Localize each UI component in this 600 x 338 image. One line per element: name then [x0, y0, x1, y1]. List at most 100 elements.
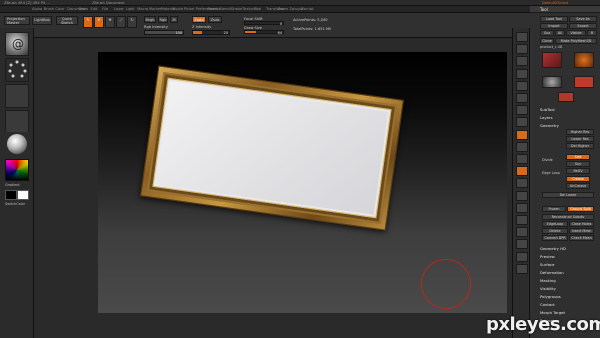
export-button[interactable]: Export [569, 23, 597, 29]
rgb-intensity-slider[interactable]: 100 [144, 30, 184, 35]
check-mesh-button[interactable]: Check Mesh [569, 235, 594, 241]
projection-master-button[interactable]: Projection Master [4, 16, 30, 25]
reconstruct-subdiv-button[interactable]: Reconstruct Subdiv [542, 214, 594, 220]
load-tool-button[interactable]: Load Tool [540, 16, 568, 22]
close-holes-button[interactable]: Close Holes [569, 221, 594, 227]
make-polymesh3d-button[interactable]: Make PolyMesh3D [555, 38, 597, 44]
frozen-button[interactable]: Frozen [542, 206, 566, 212]
goz-button[interactable]: Goz [540, 30, 554, 36]
layers-section[interactable]: Layers [540, 115, 553, 120]
shelf-ghost-button[interactable] [516, 239, 528, 250]
tool-thumb-polymesh[interactable] [574, 76, 594, 88]
preview-section[interactable]: Preview [540, 254, 555, 259]
menu-item-alpha[interactable]: Alpha [32, 7, 42, 11]
higher-res-button[interactable]: Higher Res [566, 129, 594, 135]
menu-item-color[interactable]: Color [55, 7, 64, 11]
suv-button[interactable]: Suv [566, 161, 590, 167]
geometry-section[interactable]: Geometry [540, 123, 559, 128]
convert-bpr-button[interactable]: Convert BPR [542, 235, 568, 241]
color-picker[interactable] [5, 159, 29, 181]
divide-label[interactable]: Divide [542, 158, 553, 162]
zadd-button[interactable]: Zadd [192, 16, 206, 23]
mrgb-button[interactable]: Mrgb [144, 16, 156, 23]
shelf-polyf-button[interactable] [516, 215, 528, 225]
edit-button[interactable]: ✎ [83, 16, 93, 28]
brush-thumbnail[interactable]: @ [5, 32, 29, 56]
tool-thumb-product[interactable] [542, 52, 562, 68]
shelf-xpose-button[interactable] [516, 263, 528, 274]
polygroups-section[interactable]: Polygroups [540, 294, 561, 299]
subtool-section[interactable]: SubTool [540, 107, 555, 112]
switch-color-label[interactable]: SwitchColor [5, 202, 25, 206]
tool-thumb-product-2[interactable] [558, 92, 574, 102]
shelf-scale-button[interactable] [516, 190, 528, 201]
draw-size-slider[interactable]: 64 [244, 30, 284, 35]
menu-item-edit[interactable]: Edit [91, 7, 98, 11]
shelf-frame-button[interactable] [516, 166, 528, 177]
shelf-solo-button[interactable] [516, 251, 528, 262]
tool-palette-header[interactable]: Tool [530, 6, 600, 13]
masking-section[interactable]: Masking [540, 278, 556, 283]
menu-item-file[interactable]: File [102, 7, 108, 11]
material-thumbnail[interactable] [5, 132, 29, 156]
shelf-zoom-button[interactable] [516, 68, 528, 79]
shelf-xyz-button[interactable] [516, 154, 528, 164]
del-lower-button[interactable]: Del Lower [542, 192, 594, 198]
crease-button[interactable]: Crease [566, 176, 590, 182]
quick-sketch-button[interactable]: Quick Sketch [56, 16, 78, 25]
shelf-floor-button[interactable] [516, 117, 528, 128]
shelf-scroll-button[interactable] [516, 56, 528, 67]
menu-item-macro[interactable]: Macro [137, 7, 148, 11]
lower-res-button[interactable]: Lower Res [566, 136, 594, 142]
stroke-thumbnail[interactable] [5, 58, 29, 82]
uncrease-button[interactable]: UnCrease [566, 183, 590, 189]
menu-item-tool[interactable]: Tool [254, 7, 261, 11]
shelf-actual-button[interactable] [516, 80, 528, 91]
shelf-transp-button[interactable] [516, 227, 528, 238]
tool-thumb-simplebrush[interactable] [574, 52, 594, 68]
shelf-spix-button[interactable] [516, 44, 528, 55]
menu-item-marker[interactable]: Marker [149, 7, 161, 11]
menu-item-draw[interactable]: Draw [79, 7, 88, 11]
shelf-local-button[interactable] [516, 129, 528, 140]
alpha-thumbnail[interactable] [5, 84, 29, 108]
scale-button[interactable]: ⤢ [116, 16, 126, 28]
secondary-color-swatch[interactable] [5, 190, 17, 200]
visibility-section[interactable]: Visibility [540, 286, 556, 291]
menu-item-zoom[interactable]: Zoom [278, 7, 288, 11]
rgb-button[interactable]: Rgb [158, 16, 168, 23]
shelf-aahalf-button[interactable] [516, 93, 528, 103]
groups-split-button[interactable]: Groups Split [567, 206, 594, 212]
lightbox-button[interactable]: LightBox [32, 16, 52, 25]
surface-section[interactable]: Surface [540, 262, 554, 267]
menu-item-stencil[interactable]: Stencil [219, 7, 231, 11]
draw-button[interactable]: ✐ [94, 16, 104, 28]
insert-mesh-button[interactable]: Insert Mesh [569, 228, 594, 234]
clone-button[interactable]: Clone [540, 38, 554, 44]
del-higher-button[interactable]: Del Higher [566, 143, 594, 149]
gradient-label[interactable]: Gradient [5, 183, 20, 187]
smt-button[interactable]: Smt [566, 154, 590, 160]
r-button[interactable]: R [587, 30, 597, 36]
geometry-hd-section[interactable]: Geometry HD [540, 246, 566, 251]
import-button[interactable]: Import [540, 23, 568, 29]
save-as-button[interactable]: Save As [569, 16, 597, 22]
deformation-section[interactable]: Deformation [540, 270, 564, 275]
delete-hidden-button[interactable]: Delete Hidden [542, 228, 568, 238]
menu-item-brush[interactable]: Brush [44, 7, 54, 11]
tool-thumb-sphere[interactable] [542, 76, 562, 88]
menu-item-light[interactable]: Light [126, 7, 135, 11]
all-button[interactable]: All [555, 30, 565, 36]
rotate-button[interactable]: ↻ [127, 16, 137, 28]
menu-item-movie[interactable]: Movie [172, 7, 183, 11]
reuv-button[interactable]: ReUV [566, 168, 590, 174]
move-button[interactable]: ✥ [105, 16, 115, 28]
contact-section[interactable]: Contact [540, 302, 555, 307]
texture-thumbnail[interactable] [5, 110, 29, 134]
main-color-swatch[interactable] [17, 190, 29, 200]
edge-loop-label[interactable]: Edge Loop [542, 171, 560, 175]
shelf-bpr-button[interactable] [516, 32, 528, 42]
shelf-lsym-button[interactable] [516, 141, 528, 152]
menu-item-picker[interactable]: Picker [184, 7, 195, 11]
default-zscript-label[interactable]: DefaultZScript [542, 1, 568, 5]
